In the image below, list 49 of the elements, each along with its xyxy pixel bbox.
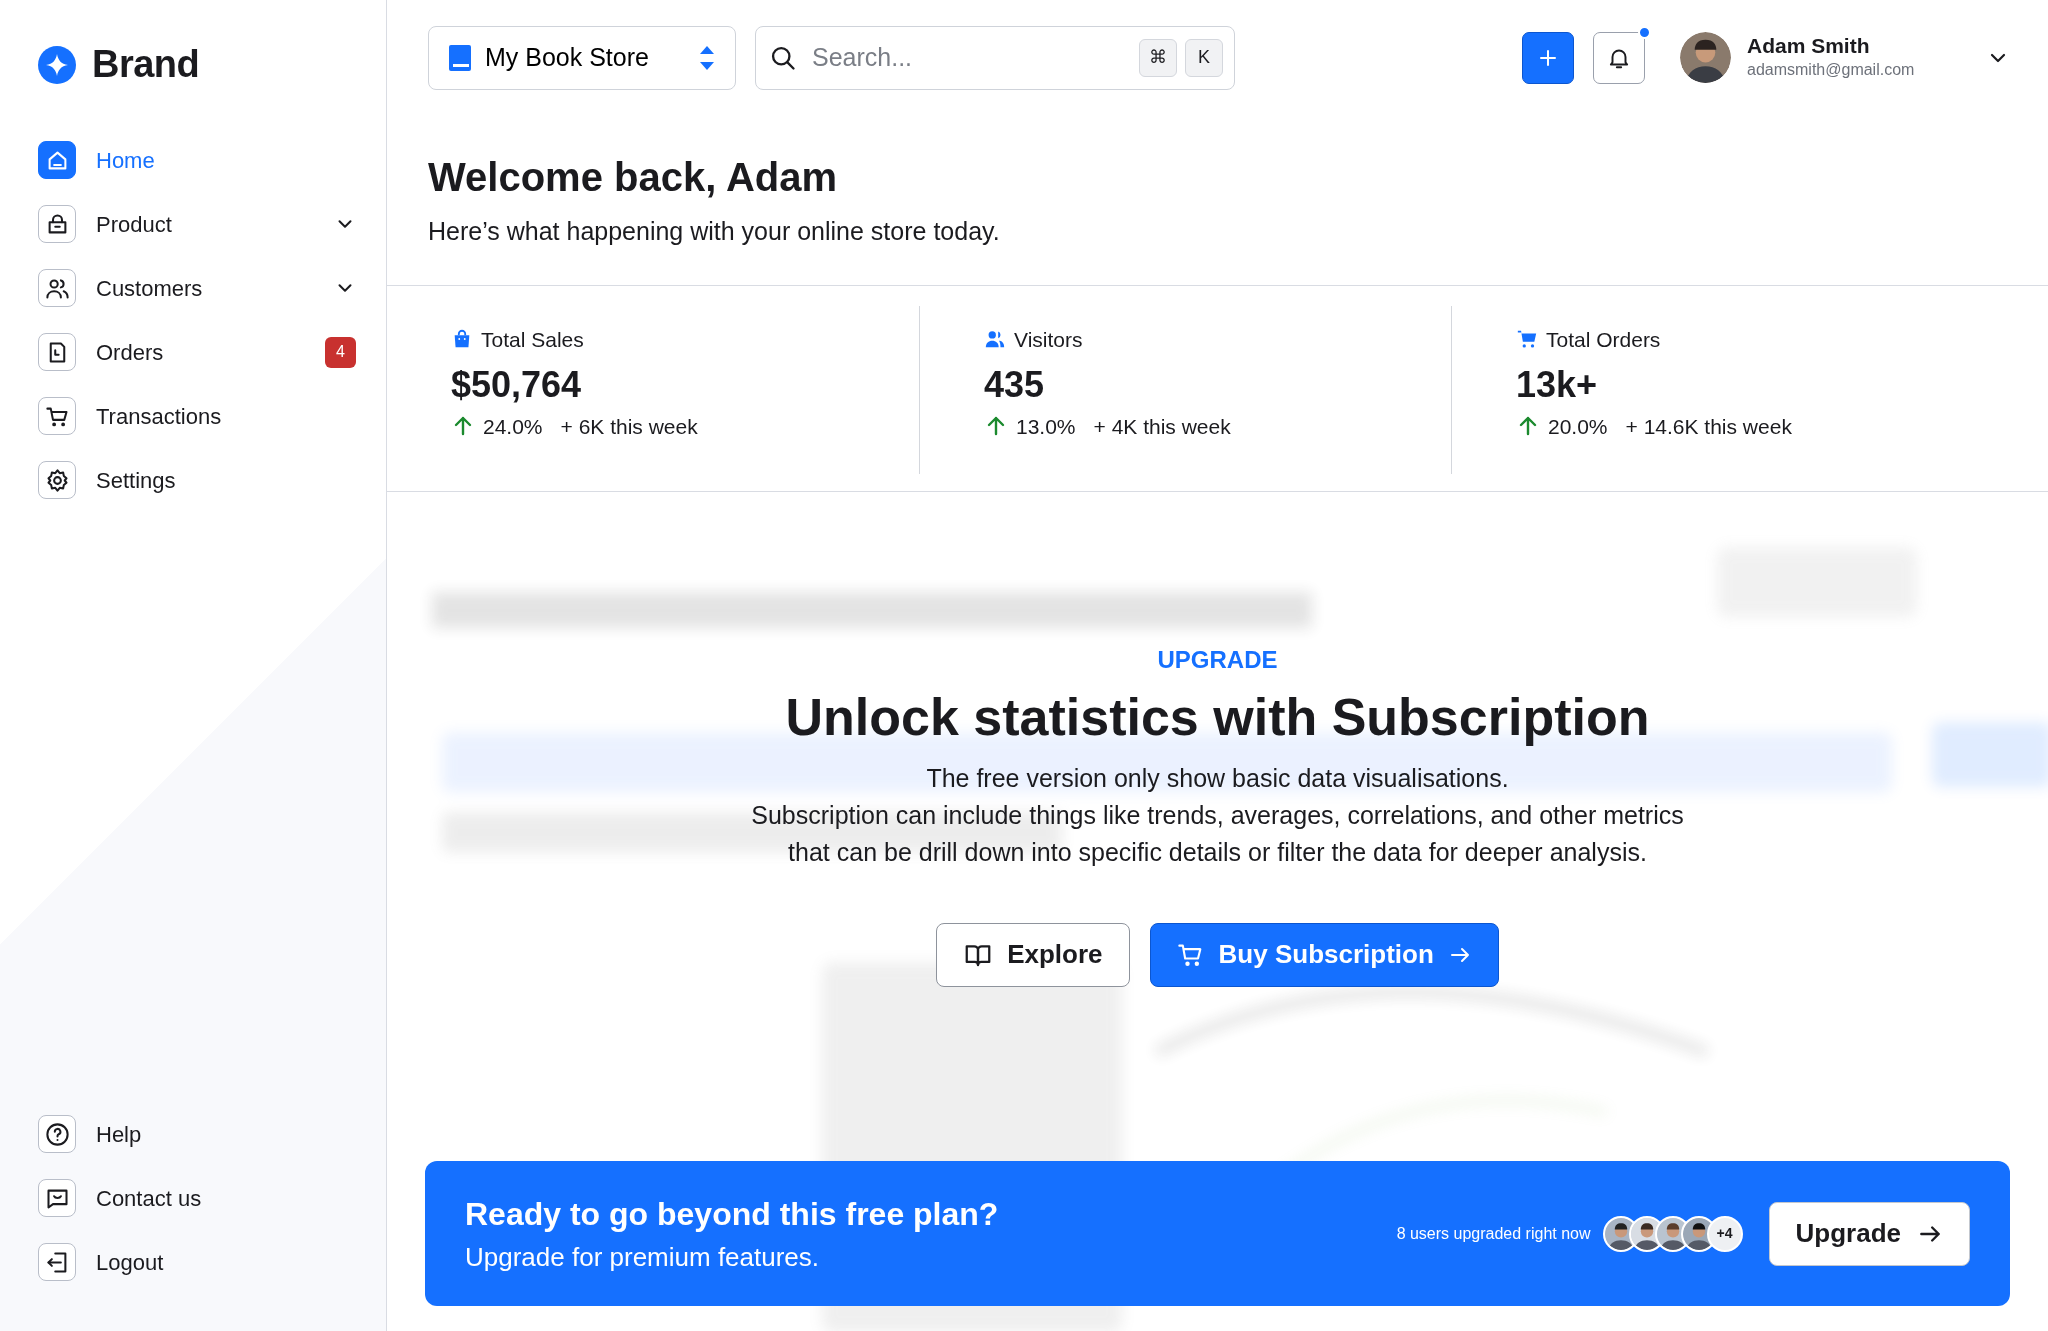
change-percent: 13.0% [1016, 413, 1076, 440]
add-button[interactable] [1522, 31, 1574, 84]
sidebar-item[interactable]: Transactions [38, 397, 356, 435]
social-proof-text: 8 users upgraded right now [1396, 1223, 1591, 1244]
key-hint: K [1185, 38, 1223, 77]
sidebar-item[interactable]: Product [38, 205, 356, 243]
change-percent: 20.0% [1548, 413, 1608, 440]
stat-value: $50,764 [451, 365, 583, 405]
upgrade-button[interactable]: Upgrade [1768, 1201, 1970, 1266]
brand-name: Brand [92, 42, 200, 87]
stat-label: Total Sales [481, 326, 584, 353]
store-selector[interactable]: My Book Store [428, 25, 736, 90]
stat-label: Total Orders [1546, 326, 1661, 353]
avatar[interactable] [1680, 32, 1731, 83]
sidebar-item[interactable]: Orders 4 [38, 333, 356, 371]
user-email: adamsmith@gmail.com [1747, 60, 1916, 81]
cart-icon [1516, 328, 1538, 351]
change-percent: 24.0% [483, 413, 543, 440]
banner-subtitle: Upgrade for premium features. [465, 1241, 821, 1274]
welcome-subtitle: Here’s what happening with your online store today. [428, 216, 1001, 247]
sidebar-item[interactable]: Customers [38, 269, 356, 307]
weekly-change: + 14.6K this week [1625, 413, 1792, 440]
help-icon [43, 1120, 71, 1148]
more-users-count: +4 [1706, 1215, 1743, 1252]
count-badge: 4 [325, 336, 356, 368]
stat-value: 435 [984, 365, 1046, 405]
buy-subscription-button[interactable]: Buy Subscription [1149, 922, 1499, 987]
stat-value: 13k+ [1516, 365, 1599, 405]
user-name: Adam Smith [1747, 32, 1871, 59]
key-hint: ⌘ [1139, 38, 1177, 77]
weekly-change: + 4K this week [1093, 413, 1231, 440]
promo-title: Unlock statistics with Subscription [784, 686, 1651, 748]
logo-icon [38, 45, 76, 84]
sidebar-item[interactable]: Logout [38, 1243, 356, 1281]
explore-button[interactable]: Explore [936, 922, 1130, 987]
book-icon [449, 44, 471, 71]
stat-label: Visitors [1014, 326, 1083, 353]
promo-text: that can be drill down into specific details or filter the data for deeper analysis. [787, 836, 1648, 868]
sidebar-item[interactable]: Contact us [38, 1179, 356, 1217]
sidebar-item[interactable]: Help [38, 1115, 356, 1153]
sidebar-item[interactable]: Settings [38, 461, 356, 499]
promo-text: Subscription can include things like trends, averages, correlations, and other metrics [750, 799, 1685, 831]
weekly-change: + 6K this week [560, 413, 698, 440]
promo-text: The free version only show basic data visualisations. [925, 762, 1510, 794]
sort-icon [699, 44, 715, 71]
sidebar-item[interactable]: Home [38, 141, 356, 179]
section-eyebrow: UPGRADE [1156, 644, 1279, 675]
banner-title: Ready to go beyond this free plan? [465, 1195, 1000, 1234]
welcome-title: Welcome back, Adam [428, 154, 839, 201]
